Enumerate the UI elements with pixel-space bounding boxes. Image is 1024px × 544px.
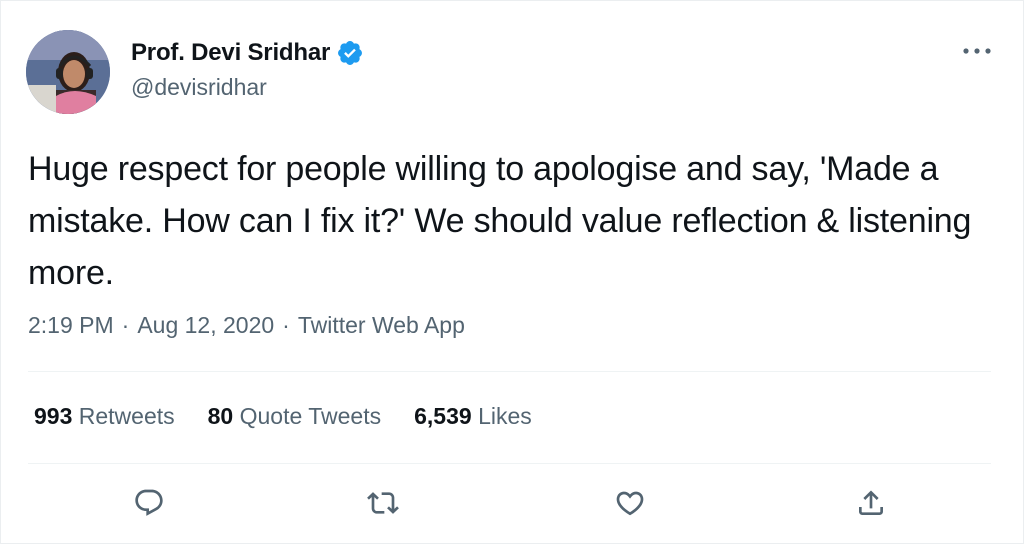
meta-separator: · — [121, 312, 130, 338]
retweet-arrows-icon — [367, 492, 399, 514]
tweet-source[interactable]: Twitter Web App — [298, 312, 465, 339]
likes-count: 6,539 — [414, 403, 472, 429]
tweet-meta: 2:19 PM · Aug 12, 2020 · Twitter Web App — [28, 312, 465, 339]
retweets-count: 993 — [34, 403, 73, 429]
quotes-count: 80 — [207, 403, 234, 429]
avatar-image — [26, 30, 110, 114]
tweet-text: Huge respect for people willing to apolo… — [28, 150, 972, 292]
retweet-button[interactable] — [365, 485, 401, 521]
retweets-stat[interactable]: 993 Retweets — [34, 403, 175, 430]
heart-icon — [616, 491, 644, 516]
quotes-label: Quote Tweets — [239, 403, 382, 429]
quotes-stat[interactable]: 80 Quote Tweets — [208, 403, 381, 430]
more-dots-icon[interactable] — [957, 39, 997, 63]
avatar[interactable] — [26, 30, 110, 114]
display-name[interactable]: Prof. Devi Sridhar — [131, 39, 330, 67]
tweet-date[interactable]: Aug 12, 2020 — [137, 312, 274, 339]
author-handle[interactable]: @devisridhar — [131, 74, 267, 101]
engagement-stats: 993 Retweets 80 Quote Tweets 6,539 Likes — [34, 403, 565, 430]
divider — [28, 463, 991, 464]
share-button[interactable] — [853, 485, 889, 521]
reply-button[interactable] — [131, 485, 167, 521]
tweet-card: Prof. Devi Sridhar @devisridhar Huge res… — [0, 0, 1024, 544]
likes-label: Likes — [478, 403, 532, 429]
reply-bubble-icon — [135, 489, 163, 516]
meta-separator: · — [282, 312, 290, 338]
verified-badge-icon — [338, 41, 363, 65]
like-button[interactable] — [612, 485, 648, 521]
retweets-label: Retweets — [78, 403, 175, 429]
share-upload-icon — [859, 490, 883, 515]
divider — [28, 371, 991, 372]
tweet-time[interactable]: 2:19 PM — [28, 312, 114, 339]
author-row: Prof. Devi Sridhar — [131, 37, 364, 69]
likes-stat[interactable]: 6,539 Likes — [414, 403, 532, 430]
